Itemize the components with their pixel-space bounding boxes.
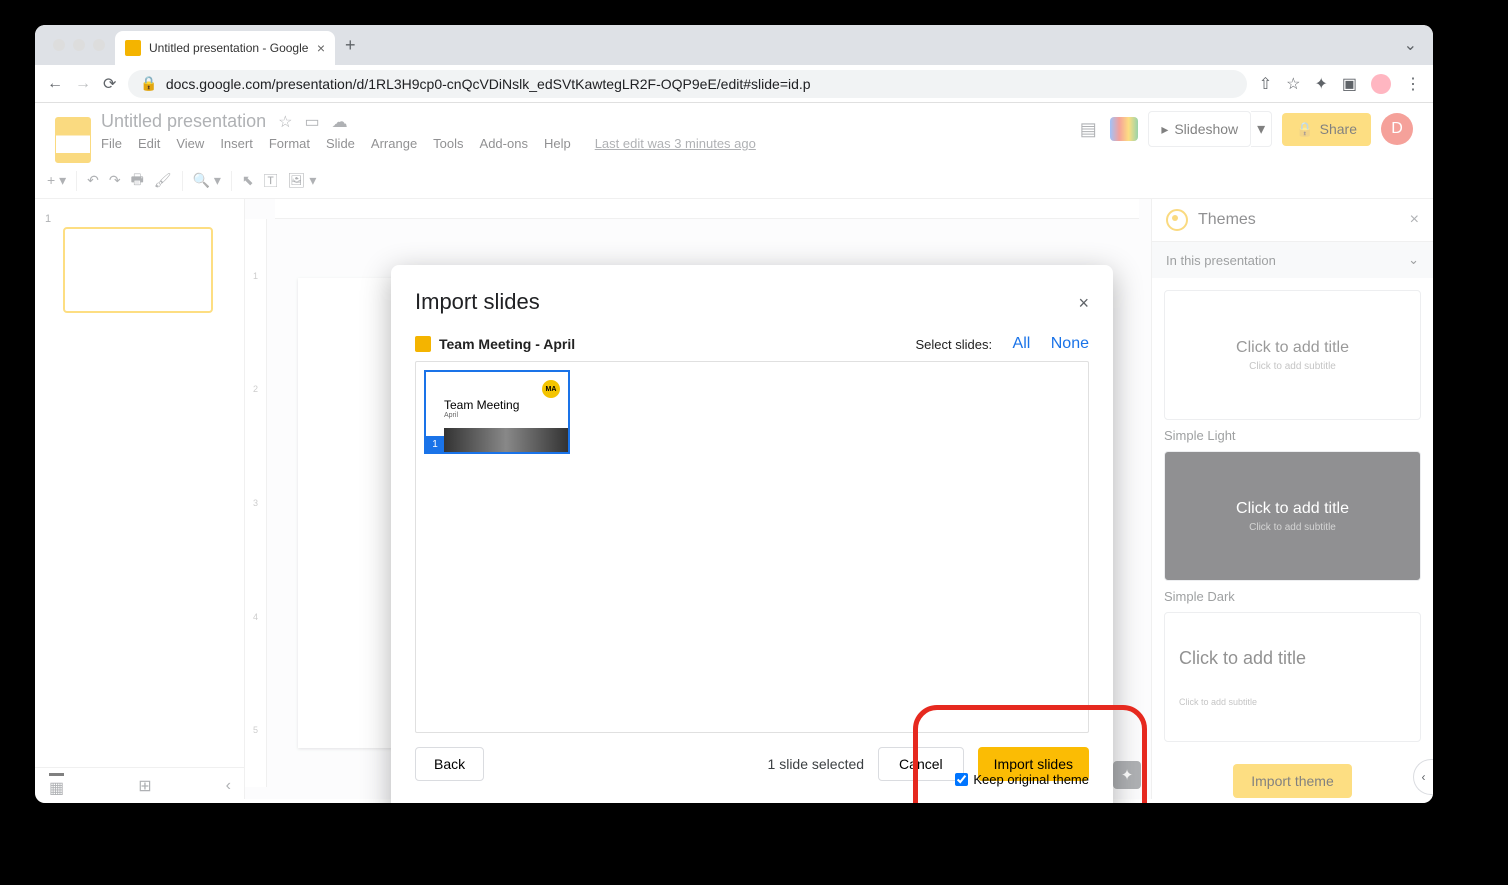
forward-icon[interactable]: → [75, 75, 91, 93]
keep-theme-checkbox[interactable] [955, 773, 968, 786]
cancel-button[interactable]: Cancel [878, 747, 964, 781]
thumb-logo: MA [542, 380, 560, 398]
select-none-link[interactable]: None [1051, 335, 1089, 353]
close-dialog-icon[interactable]: × [1078, 293, 1089, 314]
import-slide-thumb[interactable]: MA Team Meeting April 1 [424, 370, 570, 454]
import-slides-dialog: Import slides × Team Meeting - April Sel… [391, 265, 1113, 803]
extensions-icon[interactable]: ✦ [1314, 74, 1327, 94]
close-icon[interactable]: × [317, 40, 325, 56]
thumb-title: Team Meeting [444, 398, 519, 412]
address-bar: ← → ⟳ 🔒 docs.google.com/presentation/d/1… [35, 65, 1433, 103]
sidepanel-icon[interactable]: ▣ [1342, 74, 1357, 94]
url-text: docs.google.com/presentation/d/1RL3H9cp0… [166, 76, 811, 92]
source-file-name: Team Meeting - April [439, 336, 907, 352]
keep-theme-row[interactable]: Keep original theme [955, 772, 1089, 787]
bookmark-icon[interactable]: ☆ [1286, 74, 1300, 94]
thumb-number: 1 [426, 436, 444, 452]
back-button[interactable]: Back [415, 747, 484, 781]
tabs-dropdown-icon[interactable]: ⌄ [1404, 35, 1425, 55]
select-all-link[interactable]: All [1013, 335, 1031, 353]
new-tab-button[interactable]: + [345, 35, 356, 56]
slides-file-icon [415, 336, 431, 352]
reload-icon[interactable]: ⟳ [103, 74, 116, 94]
tab-strip: Untitled presentation - Google × + ⌄ [35, 25, 1433, 65]
window-controls[interactable] [43, 39, 115, 51]
app-area: Untitled presentation ☆ ▭ ☁ File Edit Vi… [35, 103, 1433, 803]
tab-title: Untitled presentation - Google [149, 41, 308, 55]
slides-icon [125, 40, 141, 56]
browser-tab[interactable]: Untitled presentation - Google × [115, 31, 335, 65]
dialog-title: Import slides [415, 289, 1089, 315]
keep-theme-label: Keep original theme [973, 772, 1089, 787]
slides-grid: MA Team Meeting April 1 [415, 361, 1089, 733]
back-icon[interactable]: ← [47, 75, 63, 93]
menu-icon[interactable]: ⋮ [1405, 74, 1421, 94]
thumb-image [444, 428, 568, 452]
url-field[interactable]: 🔒 docs.google.com/presentation/d/1RL3H9c… [128, 70, 1246, 98]
thumb-subtitle: April [444, 412, 458, 419]
browser-window: Untitled presentation - Google × + ⌄ ← →… [35, 25, 1433, 803]
profile-avatar[interactable] [1371, 74, 1391, 94]
selection-status: 1 slide selected [768, 756, 865, 772]
lock-icon: 🔒 [140, 75, 157, 92]
select-slides-label: Select slides: [915, 337, 992, 352]
share-page-icon[interactable]: ⇧ [1259, 74, 1272, 94]
